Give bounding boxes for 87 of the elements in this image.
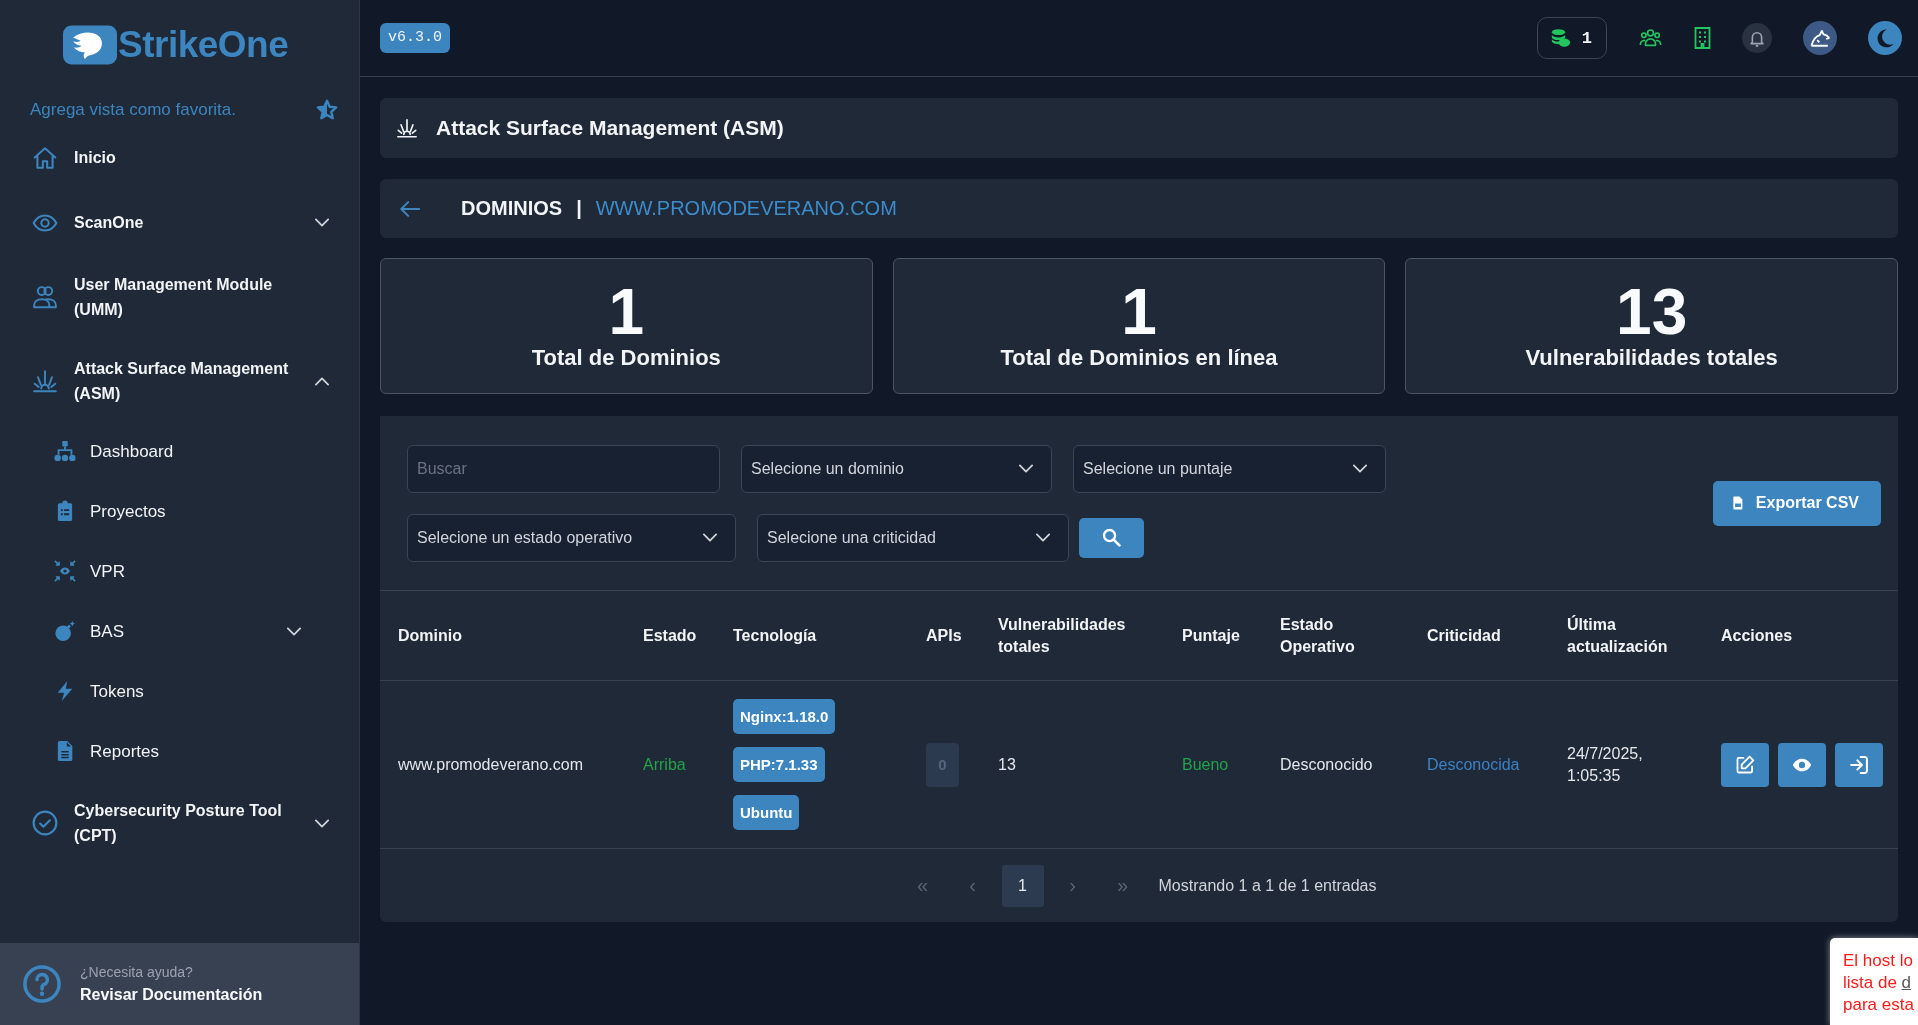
error-text: El host lo: [1843, 950, 1914, 972]
table-cell-text: Desconocida: [1426, 754, 1521, 775]
sidebar-item[interactable]: BAS: [0, 601, 359, 661]
stat-label: Total de Dominios en línea: [1000, 344, 1278, 372]
sidebar-item[interactable]: Reportes: [0, 721, 359, 781]
breadcrumb-current: WWW.PROMODEVERANO.COM: [595, 197, 897, 220]
tech-badge: Nginx:1.18.0: [733, 699, 836, 734]
select-field[interactable]: Selecione un dominio: [741, 444, 1052, 493]
breadcrumb-section: DOMINIOS: [461, 197, 563, 220]
burst-icon: [396, 117, 418, 139]
users-icon: [32, 284, 58, 310]
version-badge: v6.3.0: [380, 23, 450, 53]
tech-badge: PHP:7.1.33: [733, 747, 825, 782]
error-text: lista de d: [1843, 972, 1913, 994]
pagination-summary: Mostrando 1 a 1 de 1 entradas: [1158, 876, 1377, 895]
table-cell-text: Bueno: [1181, 754, 1230, 775]
column-header: Última actualización: [1566, 614, 1669, 657]
bomb-icon: [54, 620, 76, 642]
chevron-down-icon: [703, 533, 717, 542]
sidebar-item[interactable]: VPR: [0, 541, 359, 601]
table-cell-text: Arriba: [642, 754, 687, 775]
sidebar-item[interactable]: Cybersecurity Posture Tool (CPT): [0, 781, 359, 865]
column-header: Dominio: [397, 625, 463, 646]
stat-label: Vulnerabilidades totales: [1525, 344, 1778, 372]
sidebar-item[interactable]: Attack Surface Management (ASM): [0, 339, 359, 423]
select-field[interactable]: Selecione un puntaje: [1073, 444, 1386, 493]
sidebar-item[interactable]: Tokens: [0, 661, 359, 721]
sidebar-item[interactable]: User Management Module (UMM): [0, 255, 359, 339]
sidebar-item[interactable]: Dashboard: [0, 421, 359, 481]
documentation-link[interactable]: Revisar Documentación: [80, 984, 263, 1005]
check-circle-icon: [32, 810, 58, 836]
table-cell-text: www.promodeverano.com: [397, 754, 584, 775]
avatar-icon[interactable]: [1803, 21, 1837, 55]
column-header: Acciones: [1720, 625, 1794, 646]
sitemap-icon: [54, 440, 76, 462]
page-title: Attack Surface Management (ASM): [436, 116, 784, 140]
chevron-down-icon: [1036, 533, 1050, 542]
search-icon: [1102, 528, 1121, 547]
link[interactable]: d: [1901, 973, 1912, 992]
favorite-hint: Agrega vista como favorita.: [30, 99, 236, 121]
breadcrumb-separator: |: [576, 197, 582, 220]
users-icon[interactable]: [1638, 27, 1663, 49]
enter-button[interactable]: [1835, 742, 1883, 787]
bell-icon[interactable]: [1742, 23, 1772, 53]
column-header: APIs: [925, 625, 963, 646]
column-header: Estado Operativo: [1279, 614, 1356, 657]
search-button[interactable]: [1079, 517, 1144, 558]
stat-value: 1: [608, 280, 645, 344]
help-caption: ¿Necesita ayuda?: [80, 963, 194, 982]
sidebar-item[interactable]: Inicio: [0, 125, 359, 190]
sidebar-item[interactable]: ScanOne: [0, 190, 359, 255]
help-icon: [23, 965, 61, 1003]
table-cell-text: 24/7/2025, 1:05:35: [1566, 743, 1644, 786]
stat-label: Total de Dominios: [531, 344, 721, 372]
select-field[interactable]: Selecione un estado operativo: [407, 513, 736, 562]
column-header: Tecnología: [732, 625, 818, 646]
column-header: Vulnerabilidades totales: [997, 614, 1127, 657]
moon-icon[interactable]: [1868, 21, 1902, 55]
coins-icon: [1549, 28, 1572, 48]
column-header: Criticidad: [1426, 625, 1502, 646]
tech-badge: Ubuntu: [733, 795, 800, 830]
page-button[interactable]: 1: [1001, 864, 1044, 907]
home-icon: [32, 144, 58, 171]
search-field[interactable]: Buscar: [407, 444, 720, 493]
file-icon: [1730, 494, 1745, 512]
view-button[interactable]: [1778, 742, 1826, 787]
stat-value: 1: [1121, 280, 1157, 344]
eye-arrows-icon: [54, 560, 76, 582]
edit-icon: [1735, 754, 1755, 775]
export-button[interactable]: Exportar CSV: [1712, 480, 1881, 526]
column-header: Estado: [642, 625, 698, 646]
table-cell-text: 13: [997, 754, 1017, 775]
stat-value: 13: [1616, 280, 1688, 344]
chevron-down-icon: [1019, 464, 1033, 473]
burst-icon: [32, 368, 58, 394]
logo-text: StrikeOne: [118, 23, 289, 67]
error-text: para esta: [1843, 994, 1915, 1016]
building-icon[interactable]: [1694, 27, 1711, 49]
edit-button[interactable]: [1721, 742, 1769, 787]
sign-in-icon: [1849, 754, 1869, 775]
sidebar-item[interactable]: Proyectos: [0, 481, 359, 541]
chevron-down-icon: [1353, 464, 1367, 473]
column-header: Puntaje: [1181, 625, 1241, 646]
table-cell-text: Desconocido: [1279, 754, 1374, 775]
credits-button[interactable]: 1: [1536, 17, 1607, 59]
select-field[interactable]: Selecione una criticidad: [757, 513, 1069, 562]
star-icon[interactable]: [316, 99, 338, 121]
